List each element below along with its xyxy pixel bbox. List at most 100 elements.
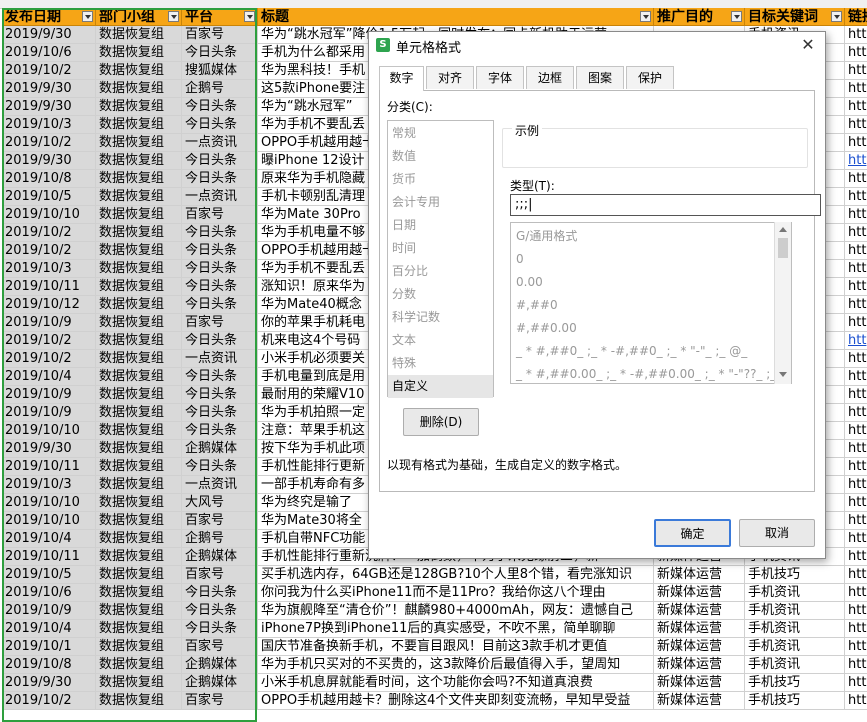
table-cell[interactable]: 大风号 <box>182 494 258 512</box>
category-list[interactable]: 常规 数值 货币 会计专用 日期 时间 百分比 分数 科学记数 文本 特殊 自定义 <box>387 120 494 398</box>
table-cell[interactable]: 今日头条 <box>182 260 258 278</box>
category-item[interactable]: 会计专用 <box>388 191 493 214</box>
table-cell[interactable]: 数据恢复组 <box>96 152 182 170</box>
table-cell[interactable]: 数据恢复组 <box>96 458 182 476</box>
table-cell[interactable]: 2019/10/9 <box>2 404 96 422</box>
category-item[interactable]: 分数 <box>388 283 493 306</box>
table-cell[interactable]: 数据恢复组 <box>96 278 182 296</box>
table-cell[interactable]: htt <box>845 314 867 332</box>
table-cell[interactable]: htt <box>845 170 867 188</box>
format-item[interactable]: _ * #,##0.00_ ;_ * -#,##0.00_ ;_ * "-"??… <box>516 363 791 383</box>
category-item[interactable]: 百分比 <box>388 260 493 283</box>
table-cell[interactable]: 2019/9/30 <box>2 80 96 98</box>
table-cell[interactable]: 华为手机只买对的不买贵的，这3款降价后最值得入手，望周知 <box>258 656 654 674</box>
table-cell[interactable]: 2019/9/30 <box>2 152 96 170</box>
table-cell[interactable]: htt <box>845 116 867 134</box>
table-cell[interactable]: 今日头条 <box>182 296 258 314</box>
table-cell[interactable]: 数据恢复组 <box>96 638 182 656</box>
filter-dropdown-icon[interactable] <box>640 11 651 22</box>
table-cell[interactable]: htt <box>845 44 867 62</box>
table-cell[interactable]: htt <box>845 224 867 242</box>
category-item[interactable]: 文本 <box>388 329 493 352</box>
table-cell[interactable]: htt <box>845 674 867 692</box>
table-cell[interactable]: 企鹅号 <box>182 80 258 98</box>
table-cell[interactable]: 2019/10/9 <box>2 602 96 620</box>
table-cell[interactable]: 今日头条 <box>182 602 258 620</box>
table-cell[interactable]: 企鹅媒体 <box>182 656 258 674</box>
table-cell[interactable]: htt <box>845 296 867 314</box>
table-cell[interactable]: 数据恢复组 <box>96 170 182 188</box>
table-cell[interactable]: htt <box>845 494 867 512</box>
table-cell[interactable]: htt <box>845 350 867 368</box>
filter-dropdown-icon[interactable] <box>244 11 255 22</box>
table-cell[interactable]: 数据恢复组 <box>96 44 182 62</box>
table-cell[interactable]: 2019/10/2 <box>2 62 96 80</box>
format-item[interactable]: #,##0.00 <box>516 317 577 340</box>
category-item[interactable]: 货币 <box>388 168 493 191</box>
table-cell[interactable]: 手机资讯 <box>745 584 845 602</box>
table-cell[interactable]: 2019/10/10 <box>2 422 96 440</box>
table-cell[interactable]: 华为旗舰降至“清仓价”！麒麟980+4000mAh，网友：遗憾自己 <box>258 602 654 620</box>
table-cell[interactable]: 2019/10/2 <box>2 350 96 368</box>
table-cell[interactable]: 今日头条 <box>182 458 258 476</box>
filter-dropdown-icon[interactable] <box>82 11 93 22</box>
table-cell[interactable]: 数据恢复组 <box>96 314 182 332</box>
filter-dropdown-icon[interactable] <box>831 11 842 22</box>
table-cell[interactable]: 今日头条 <box>182 242 258 260</box>
filter-dropdown-icon[interactable] <box>168 11 179 22</box>
format-item[interactable]: G/通用格式 <box>516 225 577 248</box>
table-cell[interactable]: htt <box>845 206 867 224</box>
table-cell[interactable]: 百家号 <box>182 692 258 710</box>
table-cell[interactable]: 数据恢复组 <box>96 494 182 512</box>
table-cell[interactable]: 2019/9/30 <box>2 26 96 44</box>
table-cell[interactable]: htt <box>845 638 867 656</box>
table-cell[interactable]: 数据恢复组 <box>96 440 182 458</box>
table-cell[interactable]: 2019/10/8 <box>2 656 96 674</box>
table-cell[interactable]: htt <box>845 188 867 206</box>
format-item[interactable]: _ * #,##0_ ;_ * -#,##0_ ;_ * "-"_ ;_ @_ <box>516 340 747 363</box>
table-cell[interactable]: 数据恢复组 <box>96 224 182 242</box>
table-cell[interactable]: 2019/10/12 <box>2 296 96 314</box>
table-cell[interactable]: 企鹅媒体 <box>182 548 258 566</box>
table-cell[interactable]: 2019/10/2 <box>2 224 96 242</box>
table-cell[interactable]: 数据恢复组 <box>96 368 182 386</box>
table-cell[interactable]: htt <box>845 602 867 620</box>
table-cell[interactable]: 2019/10/9 <box>2 314 96 332</box>
table-cell[interactable]: 数据恢复组 <box>96 332 182 350</box>
table-cell[interactable]: 数据恢复组 <box>96 512 182 530</box>
table-cell[interactable]: 数据恢复组 <box>96 188 182 206</box>
table-cell[interactable]: 数据恢复组 <box>96 530 182 548</box>
table-cell[interactable]: 数据恢复组 <box>96 80 182 98</box>
table-cell[interactable]: 企鹅媒体 <box>182 440 258 458</box>
table-cell[interactable]: 今日头条 <box>182 620 258 638</box>
table-cell[interactable]: 2019/10/9 <box>2 386 96 404</box>
table-cell[interactable]: 2019/10/2 <box>2 332 96 350</box>
table-cell[interactable]: 数据恢复组 <box>96 674 182 692</box>
table-cell[interactable]: htt <box>845 476 867 494</box>
table-cell[interactable]: 今日头条 <box>182 98 258 116</box>
table-cell[interactable]: htt <box>845 386 867 404</box>
table-cell[interactable]: 数据恢复组 <box>96 206 182 224</box>
table-cell[interactable]: htt <box>845 98 867 116</box>
table-cell[interactable]: 今日头条 <box>182 278 258 296</box>
tab-protection[interactable]: 保护 <box>626 66 674 89</box>
table-cell[interactable]: 数据恢复组 <box>96 656 182 674</box>
table-cell[interactable]: 一点资讯 <box>182 134 258 152</box>
table-cell[interactable]: 2019/10/2 <box>2 242 96 260</box>
table-cell[interactable]: 数据恢复组 <box>96 476 182 494</box>
table-cell[interactable]: 新媒体运营 <box>654 674 745 692</box>
table-cell[interactable]: htt <box>845 278 867 296</box>
table-cell[interactable]: htt <box>845 422 867 440</box>
table-cell[interactable]: 2019/10/11 <box>2 278 96 296</box>
table-cell[interactable]: 新媒体运营 <box>654 584 745 602</box>
tab-font[interactable]: 字体 <box>476 66 524 89</box>
table-cell[interactable]: 百家号 <box>182 512 258 530</box>
table-cell[interactable]: htt <box>845 530 867 548</box>
table-cell[interactable]: 今日头条 <box>182 422 258 440</box>
table-cell[interactable]: 手机资讯 <box>745 602 845 620</box>
table-cell[interactable]: htt <box>845 152 867 170</box>
table-cell[interactable]: 2019/10/4 <box>2 620 96 638</box>
table-cell[interactable]: 2019/10/4 <box>2 530 96 548</box>
table-cell[interactable]: 2019/10/3 <box>2 260 96 278</box>
table-cell[interactable]: 2019/10/8 <box>2 170 96 188</box>
